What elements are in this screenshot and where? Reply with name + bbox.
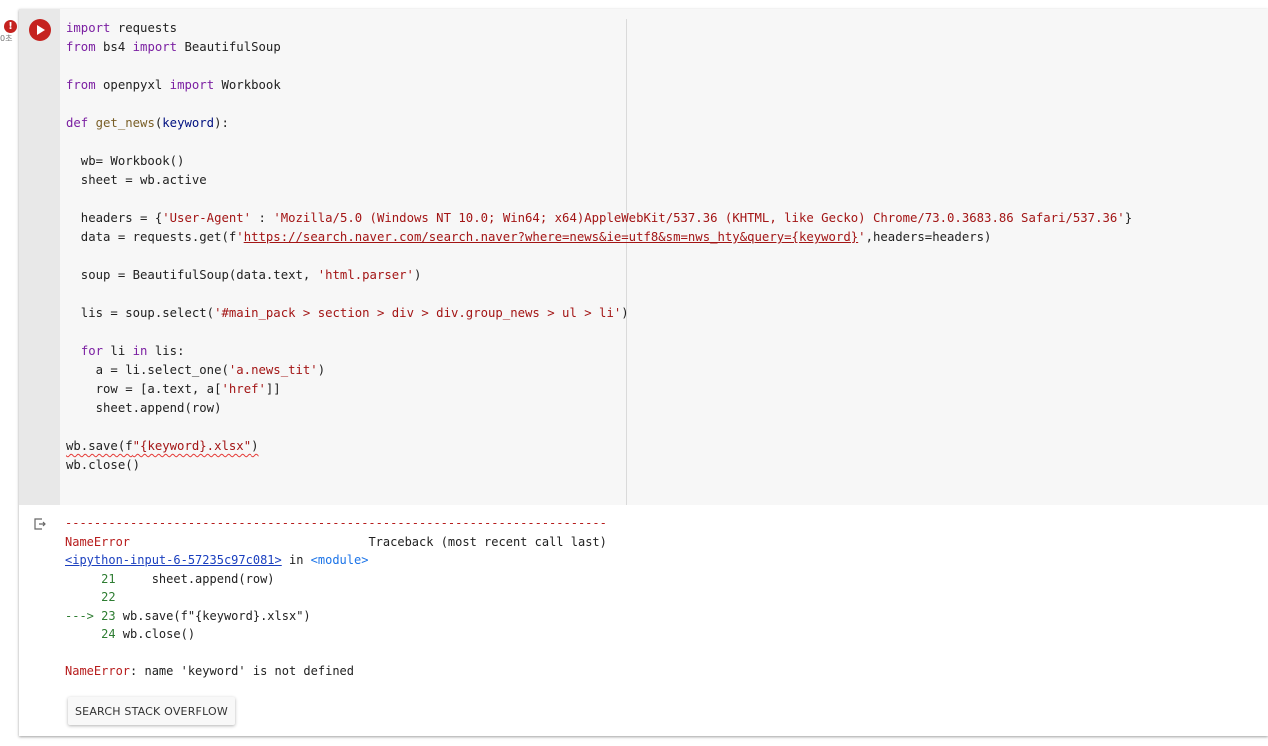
traceback-header: Traceback (most recent call last) — [368, 534, 607, 549]
tb-line-code: wb.close() — [115, 627, 196, 641]
module-ref: <module> — [310, 553, 369, 567]
execution-time: 0초 — [0, 34, 13, 43]
run-cell-button[interactable] — [29, 19, 51, 41]
error-output: ----------------------------------------… — [65, 514, 607, 681]
traceback-separator: ----------------------------------------… — [65, 516, 607, 530]
error-badge-icon: ! — [4, 20, 17, 33]
output-exit-icon[interactable] — [33, 517, 47, 531]
ipython-input-link[interactable]: <ipython-input-6-57235c97c081> — [65, 553, 282, 567]
tb-line-number: 22 — [101, 590, 116, 604]
error-type-final: NameError — [65, 664, 131, 678]
tb-line-code: wb.save(f"{keyword}.xlsx") — [115, 608, 311, 623]
tb-line-prefix — [65, 572, 101, 586]
error-message: : name 'keyword' is not defined — [130, 664, 354, 678]
search-stack-overflow-button[interactable]: SEARCH STACK OVERFLOW — [68, 697, 235, 725]
tb-arrow: ---> — [65, 608, 102, 623]
tb-line-prefix — [65, 590, 101, 604]
error-type: NameError — [65, 534, 131, 549]
tb-line-code: sheet.append(row) — [115, 571, 275, 586]
code-text[interactable]: import requests from bs4 import Beautifu… — [66, 19, 1132, 475]
tb-line-number: 23 — [101, 608, 116, 623]
cell-gutter — [19, 9, 60, 505]
code-cell[interactable]: import requests from bs4 import Beautifu… — [19, 9, 1268, 736]
tb-line-number: 24 — [101, 627, 116, 641]
in-word: in — [281, 553, 311, 567]
tb-line-number: 21 — [101, 571, 116, 586]
code-editor[interactable]: import requests from bs4 import Beautifu… — [60, 9, 1268, 505]
tb-line-prefix — [65, 627, 101, 641]
